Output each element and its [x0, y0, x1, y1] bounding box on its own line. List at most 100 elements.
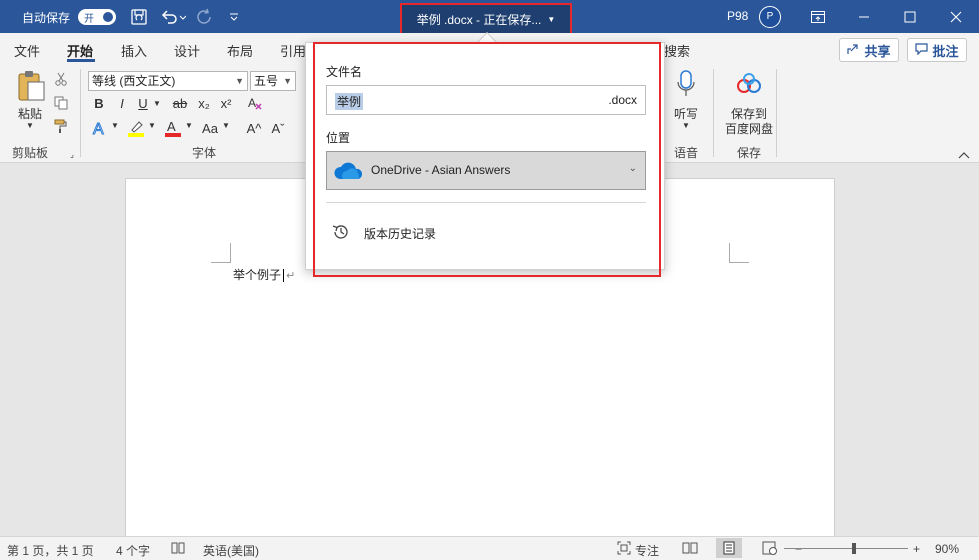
cut-icon[interactable] [53, 71, 69, 87]
collapse-ribbon-icon[interactable] [957, 149, 971, 161]
chevron-down-icon: ▼ [235, 76, 244, 86]
zoom-slider-track[interactable] [784, 548, 908, 549]
document-body-text[interactable]: 举个例子 ↵ [233, 266, 295, 283]
strikethrough-button[interactable]: ab [170, 95, 190, 111]
text-effects-icon[interactable]: A [90, 119, 110, 138]
user-name[interactable]: P98 [727, 9, 748, 23]
version-history-link[interactable]: 版本历史记录 [332, 223, 436, 244]
popup-divider [326, 202, 646, 203]
microphone-icon[interactable] [675, 69, 697, 99]
maximize-icon[interactable] [887, 0, 933, 33]
zoom-out-button[interactable]: − [795, 542, 802, 556]
grow-font-button[interactable]: A^ [245, 119, 263, 137]
paste-icon[interactable] [14, 69, 48, 103]
chevron-down-icon[interactable]: ▼ [147, 121, 157, 130]
font-group-label: 字体 [192, 146, 217, 160]
tab-file[interactable]: 文件 [14, 41, 40, 60]
margin-corner-top-left [211, 243, 231, 263]
save-to-baidu-line2[interactable]: 百度网盘 [722, 120, 776, 137]
autosave-state: 开 [84, 14, 94, 25]
paragraph-text: 举个例子 [233, 268, 282, 282]
svg-text:A: A [167, 119, 176, 134]
filename-extension: .docx [608, 93, 637, 107]
zoom-slider-thumb[interactable] [852, 543, 856, 554]
web-layout-icon[interactable] [762, 541, 778, 558]
font-color-icon[interactable]: A [163, 119, 183, 137]
voice-group-label: 语音 [674, 146, 699, 160]
filename-input[interactable]: 举例 .docx [326, 85, 646, 115]
avatar[interactable]: P [759, 6, 781, 28]
share-button[interactable]: 共享 [839, 38, 899, 62]
paste-dropdown-icon[interactable]: ▼ [24, 121, 36, 130]
zoom-level[interactable]: 90% [935, 542, 959, 556]
tab-insert[interactable]: 插入 [121, 41, 147, 60]
font-name-select[interactable]: 等线 (西文正文) ▼ [88, 71, 248, 91]
italic-button[interactable]: I [115, 95, 129, 111]
underline-dropdown-icon[interactable]: ▼ [152, 95, 162, 111]
svg-text:A: A [93, 121, 104, 137]
onedrive-cloud-icon [334, 161, 364, 184]
group-divider [713, 69, 714, 157]
chevron-down-icon[interactable]: ▼ [221, 121, 231, 130]
print-layout-icon [722, 541, 736, 558]
underline-button[interactable]: U [136, 95, 150, 111]
chevron-down-icon: ▼ [547, 14, 556, 24]
comment-label: 批注 [932, 43, 959, 59]
bold-button[interactable]: B [92, 95, 106, 111]
dictate-dropdown-icon[interactable]: ▼ [680, 121, 692, 130]
read-mode-icon[interactable] [682, 541, 698, 558]
minimize-icon[interactable] [841, 0, 887, 33]
superscript-button[interactable]: x² [218, 95, 234, 111]
shrink-font-button[interactable]: Aˇ [269, 119, 287, 137]
baidu-netdisk-icon[interactable] [735, 71, 763, 97]
document-title-button[interactable]: 举例 .docx - 正在保存... ▼ [400, 3, 572, 35]
chevron-down-icon: ⌄ [628, 163, 637, 174]
chevron-down-icon: ▼ [283, 76, 292, 86]
share-icon [847, 43, 860, 58]
save-icon[interactable] [128, 7, 150, 27]
tab-search[interactable]: 搜索 [664, 41, 690, 60]
close-icon[interactable] [933, 0, 979, 33]
change-case-button[interactable]: Aa [199, 119, 221, 137]
clipboard-launcher-icon[interactable]: ⌟ [67, 149, 77, 159]
language-status[interactable]: 英语(美国) [203, 542, 259, 559]
undo-icon[interactable] [158, 7, 188, 27]
zoom-in-button[interactable]: + [913, 542, 920, 556]
focus-label[interactable]: 专注 [635, 542, 659, 559]
focus-icon[interactable] [617, 541, 631, 558]
customize-qat-icon[interactable] [226, 7, 242, 27]
paste-label[interactable]: 粘贴 [15, 105, 45, 122]
word-count[interactable]: 4 个字 [116, 542, 150, 559]
autosave-toggle[interactable]: 开 [78, 9, 116, 25]
group-divider [80, 69, 81, 157]
filename-label: 文件名 [326, 65, 363, 79]
comment-icon [915, 42, 929, 58]
comments-button[interactable]: 批注 [907, 38, 967, 62]
tab-design[interactable]: 设计 [174, 41, 200, 60]
proofing-icon[interactable] [171, 541, 185, 558]
subscript-button[interactable]: x₂ [196, 95, 212, 111]
title-bar: 自动保存 开 举例 .docx - 正在保存... ▼ P98 P [0, 0, 979, 35]
svg-text:A: A [248, 96, 256, 110]
location-select[interactable]: OneDrive - Asian Answers ⌄ [326, 151, 646, 190]
status-bar: 第 1 页，共 1 页 4 个字 英语(美国) 专注 − + 90% [0, 536, 979, 560]
page-count[interactable]: 第 1 页，共 1 页 [7, 542, 94, 559]
chevron-down-icon[interactable]: ▼ [110, 121, 120, 130]
autosave-label: 自动保存 [22, 11, 71, 25]
font-size-select[interactable]: 五号 ▼ [250, 71, 296, 91]
redo-icon[interactable] [194, 7, 216, 27]
chevron-down-icon[interactable]: ▼ [184, 121, 194, 130]
font-size-value: 五号 [254, 74, 279, 88]
tab-layout[interactable]: 布局 [227, 41, 253, 60]
active-tab-indicator [67, 59, 95, 62]
tab-home[interactable]: 开始 [67, 41, 93, 60]
location-label: 位置 [326, 131, 351, 145]
dictate-label[interactable]: 听写 [672, 105, 700, 122]
tab-references[interactable]: 引用 [280, 41, 306, 60]
highlight-color-icon[interactable] [126, 119, 146, 137]
ribbon-display-icon[interactable] [795, 0, 841, 33]
paragraph-mark-icon: ↵ [286, 270, 296, 282]
format-painter-icon[interactable] [53, 118, 69, 134]
copy-icon[interactable] [53, 95, 69, 111]
clear-formatting-icon[interactable]: A [246, 95, 264, 111]
